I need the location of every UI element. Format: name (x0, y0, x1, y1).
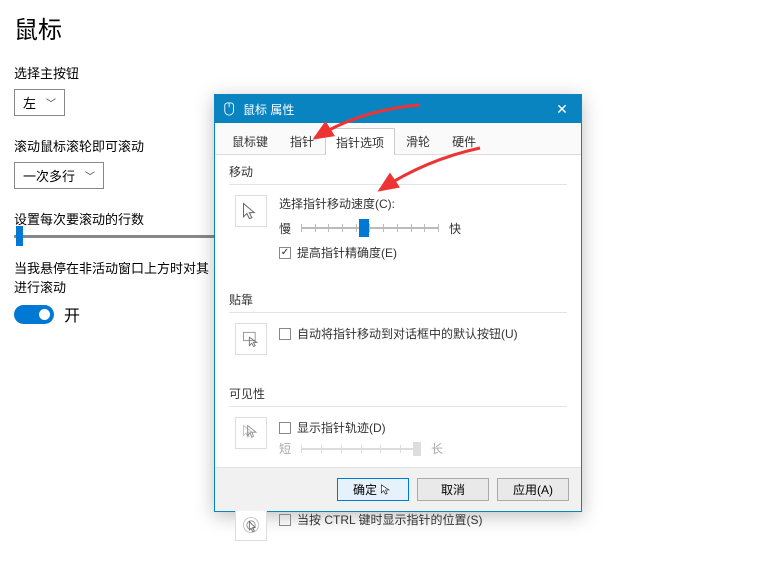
snap-checkbox[interactable] (279, 328, 291, 340)
enhance-precision-checkbox[interactable] (279, 247, 291, 259)
mouse-properties-dialog: 鼠标 属性 ✕ 鼠标键 指针 指针选项 滑轮 硬件 移动 选择指针移动速度(C)… (214, 94, 582, 512)
tab-hardware[interactable]: 硬件 (441, 127, 487, 154)
visibility-group-label: 可见性 (229, 385, 567, 402)
snap-label: 自动将指针移动到对话框中的默认按钮(U) (297, 325, 518, 342)
tab-buttons[interactable]: 鼠标键 (221, 127, 279, 154)
speed-label: 选择指针移动速度(C): (279, 195, 567, 212)
chevron-down-icon: ﹀ (85, 168, 95, 183)
enhance-precision-label: 提高指针精确度(E) (297, 244, 397, 261)
lines-slider-thumb[interactable] (16, 226, 23, 246)
trails-icon (235, 417, 267, 449)
dialog-tabs: 鼠标键 指针 指针选项 滑轮 硬件 (215, 123, 581, 155)
toggle-state-text: 开 (64, 302, 80, 326)
ctrl-locate-label: 当按 CTRL 键时显示指针的位置(S) (297, 511, 483, 528)
primary-button-label: 选择主按钮 (14, 63, 216, 82)
speed-fast-label: 快 (449, 220, 461, 237)
lines-label: 设置每次要滚动的行数 (14, 209, 216, 228)
snap-group-label: 贴靠 (229, 291, 567, 308)
apply-button[interactable]: 应用(A) (497, 478, 569, 501)
primary-button-value: 左 (23, 93, 36, 112)
tab-pointers[interactable]: 指针 (279, 127, 325, 154)
primary-button-select[interactable]: 左 ﹀ (14, 89, 65, 116)
scroll-wheel-value: 一次多行 (23, 166, 75, 185)
scroll-wheel-label: 滚动鼠标滚轮即可滚动 (14, 136, 216, 155)
snap-icon (235, 323, 267, 355)
page-title: 鼠标 (14, 10, 216, 45)
cursor-speed-icon (235, 195, 267, 227)
dialog-footer: 确定 取消 应用(A) (215, 467, 581, 511)
ok-button-label: 确定 (353, 481, 377, 498)
cancel-button[interactable]: 取消 (417, 478, 489, 501)
trails-label: 显示指针轨迹(D) (297, 419, 386, 436)
inactive-scroll-toggle[interactable] (14, 305, 54, 324)
speed-slow-label: 慢 (279, 220, 291, 237)
mouse-icon (223, 102, 237, 116)
speed-slider[interactable] (301, 218, 439, 238)
ctrl-locate-checkbox[interactable] (279, 514, 291, 526)
tab-wheel[interactable]: 滑轮 (395, 127, 441, 154)
close-button[interactable]: ✕ (543, 95, 581, 123)
tab-pointer-options[interactable]: 指针选项 (325, 128, 395, 155)
scroll-wheel-select[interactable]: 一次多行 ﹀ (14, 162, 104, 189)
dialog-titlebar[interactable]: 鼠标 属性 ✕ (215, 95, 581, 123)
speed-slider-thumb[interactable] (359, 219, 369, 237)
trails-slider (301, 441, 421, 457)
motion-group-label: 移动 (229, 163, 567, 180)
trails-short-label: 短 (279, 440, 291, 457)
lines-slider[interactable] (14, 235, 214, 238)
chevron-down-icon: ﹀ (46, 95, 56, 110)
ctrl-locate-icon (235, 509, 267, 541)
inactive-scroll-label: 当我悬停在非活动窗口上方时对其进行滚动 (14, 258, 216, 296)
cursor-icon (379, 483, 393, 497)
dialog-title: 鼠标 属性 (243, 101, 294, 118)
trails-long-label: 长 (431, 440, 443, 457)
close-icon: ✕ (556, 101, 568, 118)
trails-checkbox[interactable] (279, 422, 291, 434)
toggle-knob (39, 309, 50, 320)
ok-button[interactable]: 确定 (337, 478, 409, 501)
